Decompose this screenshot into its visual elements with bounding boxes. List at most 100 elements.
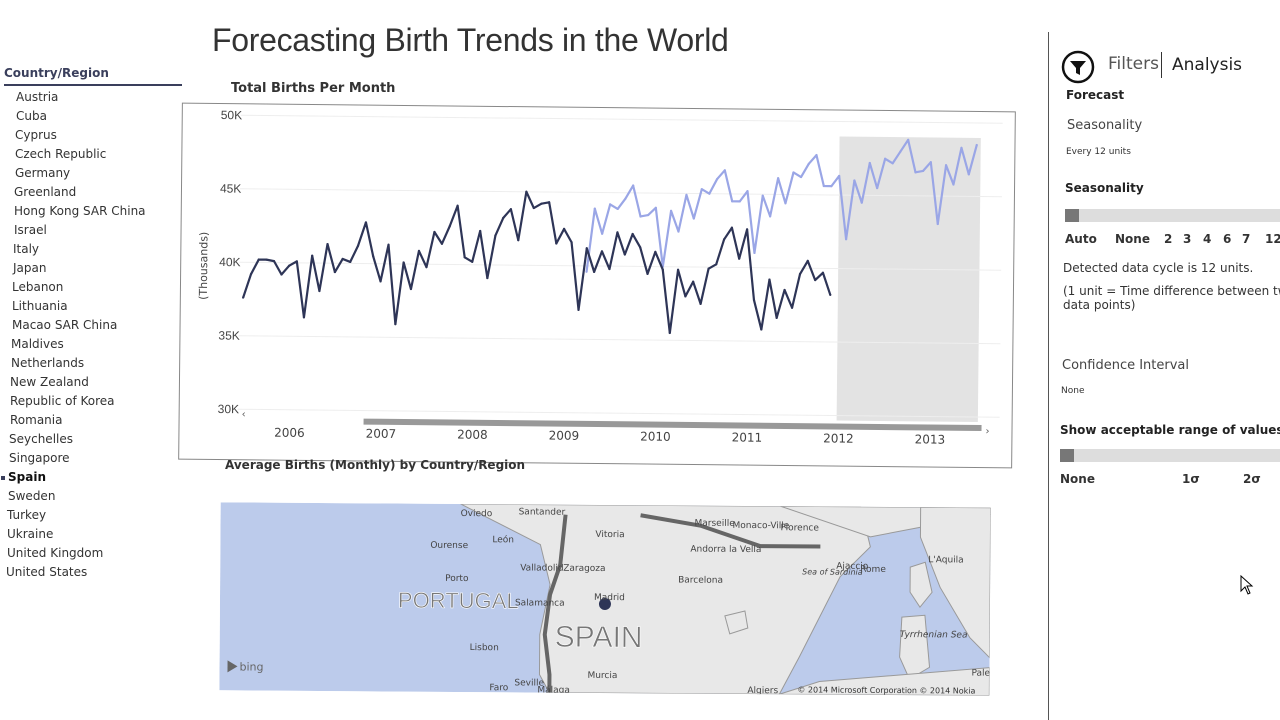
country-item[interactable]: Sweden [8, 489, 55, 503]
seasonality-slider-label: Seasonality [1065, 181, 1144, 195]
confidence-interval-value: None [1061, 386, 1085, 396]
country-item[interactable]: Italy [13, 242, 39, 256]
sea-label: Tyrrhenian Sea [900, 630, 968, 640]
country-item[interactable]: Israel [14, 223, 47, 237]
unit-note: (1 unit = Time difference between two da… [1063, 284, 1280, 312]
city-label: Zaragoza [563, 564, 605, 574]
country-label: SPAIN [555, 621, 643, 655]
country-item[interactable]: Maldives [11, 337, 64, 351]
country-item[interactable]: Turkey [7, 508, 46, 522]
country-item[interactable]: Hong Kong SAR China [14, 204, 146, 218]
country-list-header: Country/Region [4, 66, 182, 86]
city-label: Ourense [430, 541, 468, 551]
chart-svg: 50K 45K 40K 35K 30K (Thousands) 2006 2007 2008 20… [197, 108, 1003, 447]
x-tick-label: 2013 [915, 432, 946, 446]
sea-label: Sea of Sardinia [802, 567, 863, 576]
forecast-section-title: Forecast [1066, 88, 1125, 102]
filter-icon[interactable] [1061, 50, 1095, 84]
city-label: León [492, 534, 514, 545]
city-label: Marseille [694, 519, 735, 529]
y-tick-label: 30K [218, 402, 240, 416]
country-item[interactable]: Germany [15, 166, 70, 180]
country-item[interactable]: Netherlands [11, 356, 84, 370]
actual-series-line[interactable] [242, 189, 832, 335]
city-label: Murcia [587, 671, 617, 681]
line-chart[interactable]: 50K 45K 40K 35K 30K (Thousands) 2006 2007 2008 20… [178, 102, 1016, 469]
country-item[interactable]: Macao SAR China [12, 318, 117, 332]
x-tick-label: 2006 [274, 426, 305, 440]
city-label: Madrid [594, 593, 625, 603]
country-item[interactable]: United States [6, 565, 87, 579]
y-axis-label: (Thousands) [197, 232, 211, 300]
seasonality-tick[interactable]: 12 [1265, 232, 1280, 246]
country-item[interactable]: Ukraine [7, 527, 53, 541]
y-tick-label: 45K [220, 182, 242, 196]
range-slider-label: Show acceptable range of values [1060, 423, 1280, 437]
country-item[interactable]: Seychelles [9, 432, 73, 446]
scroll-right-icon[interactable]: › [985, 426, 989, 437]
mouse-cursor-icon [1240, 575, 1254, 595]
map-copyright: © 2014 Nokia [919, 686, 975, 695]
range-slider[interactable] [1060, 449, 1280, 462]
right-panel: Filters Analysis Forecast Seasonality Ev… [1048, 32, 1280, 720]
seasonality-tick[interactable]: 7 [1242, 232, 1250, 246]
range-tick[interactable]: 2σ [1243, 472, 1261, 486]
city-label: Valladolid [520, 563, 564, 573]
country-item[interactable]: Japan [13, 261, 46, 275]
country-item[interactable]: Czech Republic [15, 147, 106, 161]
seasonality-tick[interactable]: Auto [1065, 232, 1097, 246]
x-tick-label: 2012 [823, 431, 854, 445]
seasonality-slider[interactable] [1065, 209, 1280, 222]
tab-divider [1161, 52, 1162, 78]
country-item[interactable]: Lebanon [12, 280, 63, 294]
map[interactable]: PORTUGAL SPAIN Oviedo Santander León Vitoria O… [219, 502, 1082, 696]
x-tick-label: 2007 [366, 427, 397, 441]
city-label: Algiers [747, 686, 778, 696]
country-item[interactable]: New Zealand [10, 375, 89, 389]
city-label: Florence [780, 523, 819, 533]
country-item[interactable]: Austria [16, 90, 58, 104]
city-label: Salamanca [515, 598, 565, 608]
tab-filters[interactable]: Filters [1108, 54, 1159, 74]
country-item[interactable]: Greenland [14, 185, 76, 199]
x-tick-label: 2009 [549, 429, 580, 443]
y-tick-label: 50K [221, 108, 243, 122]
country-item[interactable]: Republic of Korea [10, 394, 115, 408]
country-item[interactable]: Cyprus [15, 128, 57, 142]
seasonality-tick[interactable]: None [1115, 232, 1150, 246]
range-slider-thumb[interactable] [1060, 449, 1074, 462]
city-label: Lisbon [470, 643, 499, 653]
country-item[interactable]: Romania [10, 413, 62, 427]
country-item[interactable]: Lithuania [12, 299, 68, 313]
range-tick[interactable]: 1σ [1182, 472, 1200, 486]
y-tick-label: 40K [219, 255, 241, 269]
city-label: Andorra la Vella [690, 545, 761, 555]
seasonality-tick[interactable]: 3 [1183, 232, 1191, 246]
range-tick[interactable]: None [1060, 472, 1095, 486]
city-label: Faro [489, 683, 508, 693]
country-item[interactable]: United Kingdom [7, 546, 103, 560]
country-item[interactable]: Singapore [9, 451, 70, 465]
seasonality-tick[interactable]: 2 [1164, 232, 1172, 246]
page-title: Forecasting Birth Trends in the World [212, 22, 729, 58]
detected-cycle-text: Detected data cycle is 12 units. [1063, 261, 1254, 275]
seasonality-value: Every 12 units [1066, 147, 1131, 157]
scroll-left-icon[interactable]: ‹ [242, 409, 246, 420]
city-label: Porto [445, 574, 469, 584]
x-tick-label: 2008 [457, 428, 488, 442]
seasonality-tick[interactable]: 4 [1203, 232, 1211, 246]
seasonality-slider-thumb[interactable] [1065, 209, 1079, 222]
city-label: Oviedo [461, 509, 493, 519]
seasonality-label: Seasonality [1067, 118, 1143, 133]
city-label: Santander [519, 507, 566, 517]
chart-title: Total Births Per Month [231, 81, 396, 96]
confidence-interval-label: Confidence Interval [1062, 358, 1190, 373]
country-item[interactable]: Spain [1, 470, 46, 484]
country-item[interactable]: Cuba [16, 109, 47, 123]
city-label: L'Aquila [928, 555, 963, 565]
tab-analysis[interactable]: Analysis [1172, 55, 1242, 75]
seasonality-tick[interactable]: 6 [1223, 232, 1231, 246]
gridline [240, 114, 1003, 124]
city-label: Palermo [971, 669, 990, 679]
x-tick-label: 2010 [640, 429, 671, 443]
